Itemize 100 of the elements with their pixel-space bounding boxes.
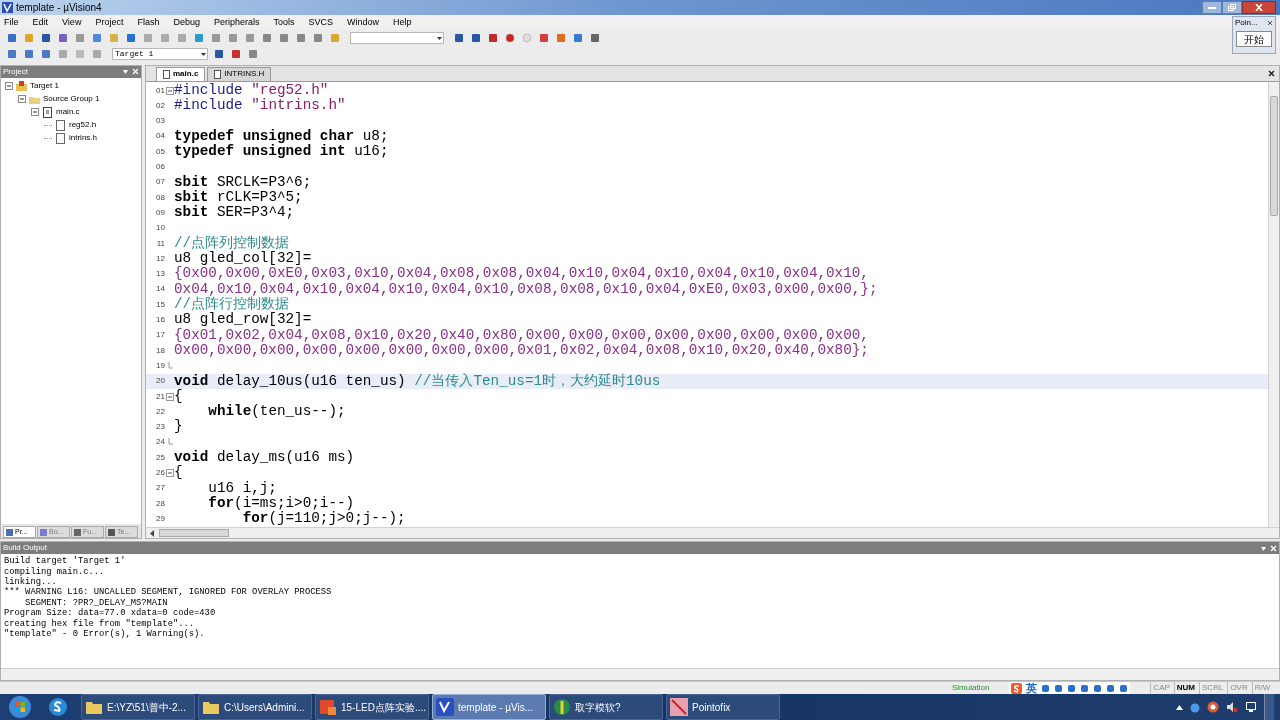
uvision-logo-icon: [436, 698, 454, 716]
close-icon[interactable]: [1268, 69, 1275, 77]
menu-item[interactable]: File: [2, 15, 21, 30]
code-line: #include "reg52.h": [174, 82, 329, 98]
minimize-button[interactable]: [1202, 0, 1222, 14]
minimize-icon: [1208, 5, 1216, 9]
menu-item[interactable]: Edit: [30, 15, 51, 30]
show-desktop-button[interactable]: [1264, 694, 1274, 720]
horizontal-scrollbar[interactable]: [146, 527, 1279, 539]
menu-item[interactable]: SVCS: [306, 15, 335, 30]
search-combo[interactable]: [350, 31, 444, 44]
scrollbar-thumb[interactable]: [1270, 95, 1278, 216]
breakpoint-button[interactable]: [504, 31, 516, 44]
restore-button[interactable]: [1222, 0, 1242, 14]
line-number: 12: [155, 252, 165, 265]
panel-title: Project: [3, 65, 28, 78]
menu-item[interactable]: View: [60, 15, 84, 30]
line-number: 10: [155, 222, 165, 235]
line-number: 04: [155, 130, 165, 143]
document-icon: [319, 698, 337, 716]
taskbar-button[interactable]: C:\Users\Admini...: [198, 694, 312, 720]
code-line: //点阵列控制数据: [174, 235, 290, 251]
fold-collapse-icon[interactable]: [166, 469, 174, 477]
restore-icon: [1228, 3, 1236, 11]
tree-item[interactable]: Source Group 1: [43, 93, 100, 106]
pin-icon[interactable]: [122, 68, 129, 76]
code-line: sbit rCLK=P3^5;: [174, 190, 303, 205]
code-line: typedef unsigned int u16;: [174, 144, 389, 160]
line-number: 09: [155, 206, 165, 219]
code-line: 0x04,0x10,0x04,0x10,0x04,0x10,0x04,0x10,0x08,0x08,0x10,0x04,0xE0,0x03,0x00,0x00,};: [174, 281, 878, 297]
code-line: //点阵行控制数据: [174, 297, 290, 313]
taskbar-button[interactable]: 15-LED点阵实验....: [315, 694, 429, 720]
collapse-icon[interactable]: [31, 108, 39, 117]
speaker-muted-icon[interactable]: [1226, 701, 1238, 713]
line-number: 27: [155, 482, 165, 495]
output-line: SEGMENT: ?PR?_DELAY_MS?MAIN: [24, 597, 169, 608]
taskbar-button[interactable]: E:\YZ\51\普中-2...: [81, 694, 195, 720]
line-number: 07: [155, 176, 165, 189]
close-icon[interactable]: [1267, 20, 1273, 26]
tray-app-icon[interactable]: [1207, 701, 1219, 713]
line-number: 21: [155, 390, 165, 403]
collapse-icon[interactable]: [18, 95, 26, 104]
c-file-icon: [42, 106, 53, 118]
code-line: u8 gled_row[32]=: [174, 312, 312, 328]
output-line: *** WARNING L16: UNCALLED SEGMENT, IGNORED FOR OVERLAY PROCESS: [4, 587, 333, 598]
output-line: Program Size: data=77.0 xdata=0 code=430: [4, 608, 217, 619]
menu-item[interactable]: Project: [93, 15, 126, 30]
editor-tab[interactable]: main.c: [156, 66, 206, 81]
tree-item[interactable]: intrins.h: [69, 132, 97, 145]
pin-icon[interactable]: [1260, 544, 1267, 552]
menu-item[interactable]: Window: [345, 15, 382, 30]
line-number: 15: [155, 298, 165, 311]
tree-item[interactable]: main.c: [56, 106, 80, 119]
menu-item[interactable]: Flash: [135, 15, 162, 30]
taskbar-button[interactable]: Pointofix: [666, 694, 780, 720]
code-line: for(i=ms;i>0;i--): [207, 495, 355, 511]
output-line: Build target 'Target 1': [4, 556, 127, 567]
target-folder-icon: [16, 80, 27, 92]
line-number: 25: [155, 451, 165, 464]
taskbar-button[interactable]: template - µVis...: [432, 694, 546, 720]
code-line: sbit SER=P3^4;: [174, 205, 295, 221]
scrollbar-thumb[interactable]: [159, 529, 229, 538]
tree-item[interactable]: Target 1: [30, 80, 59, 93]
breakpoint-icon: [505, 32, 515, 43]
fold-collapse-icon[interactable]: [166, 86, 174, 95]
collapse-icon[interactable]: [5, 82, 13, 91]
line-number: 06: [155, 161, 165, 174]
code-line: void delay_ms(u16 ms): [174, 450, 355, 466]
close-button[interactable]: [1242, 0, 1276, 14]
scroll-left-icon[interactable]: [148, 528, 157, 538]
output-line: linking...: [4, 577, 58, 587]
start-button[interactable]: 开始: [1236, 31, 1272, 47]
target-select[interactable]: Target 1: [112, 48, 208, 61]
network-icon[interactable]: [1245, 701, 1257, 713]
line-number: 01: [155, 84, 165, 97]
menu-item[interactable]: Debug: [171, 15, 202, 30]
code-line: #include "intrins.h": [174, 98, 346, 114]
taskbar-button[interactable]: 取字模软?: [549, 694, 663, 720]
code-line: {: [174, 465, 183, 481]
ime-mode[interactable]: 英: [1026, 682, 1038, 694]
menu-item[interactable]: Help: [391, 15, 414, 30]
menu-item[interactable]: Peripherals: [211, 15, 262, 30]
output-line: "template" - 0 Error(s), 1 Warning(s).: [4, 629, 206, 640]
menu-item[interactable]: Tools: [271, 15, 297, 30]
tree-item[interactable]: reg52.h: [69, 119, 97, 132]
code-line: {0x01,0x02,0x04,0x08,0x10,0x20,0x40,0x80,0x00,0x00,0x00,0x00,0x00,0x00,0x00,0x00,: [174, 327, 869, 343]
horizontal-scrollbar[interactable]: [1, 668, 1279, 680]
code-line: for(j=110;j>0;j--);: [241, 511, 406, 527]
panel-title: Build Output: [3, 542, 48, 555]
line-number: 23: [155, 421, 165, 434]
fold-collapse-icon[interactable]: [166, 392, 174, 401]
tab-icon: [74, 528, 81, 536]
line-number: 29: [155, 512, 165, 525]
code-line: u8 gled_col[32]=: [174, 251, 312, 267]
show-hidden-icons-icon[interactable]: [1176, 704, 1183, 710]
code-line: typedef unsigned char u8;: [174, 128, 389, 144]
editor-tab[interactable]: INTRINS.H: [207, 66, 272, 81]
output-line: compiling main.c...: [4, 566, 106, 577]
status-mode: Simulation: [952, 682, 990, 694]
vertical-scrollbar[interactable]: [1268, 81, 1279, 528]
